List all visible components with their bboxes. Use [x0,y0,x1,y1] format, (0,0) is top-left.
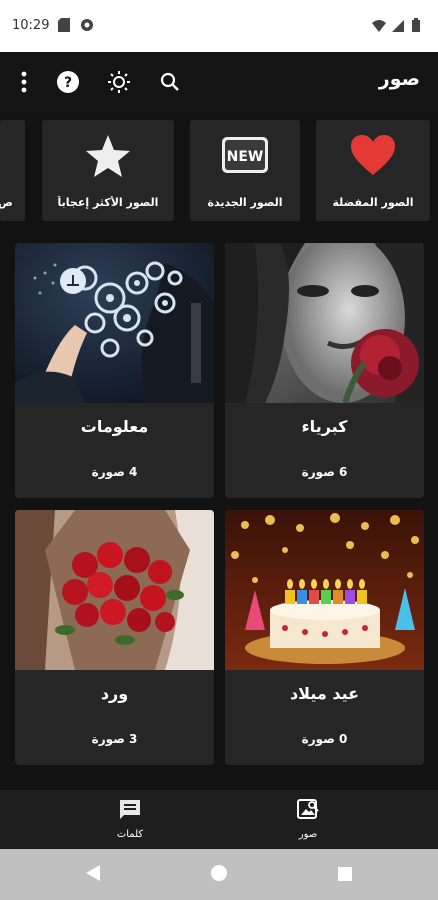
message-icon [118,800,142,826]
album-count: 4 صورة [91,465,138,479]
album-title: ورد [100,684,129,703]
app-bar: صور ? [0,52,438,112]
category-new[interactable]: NEW الصور الجديدة [190,120,300,221]
sd-card-icon [58,17,72,32]
signal-icon [392,17,406,32]
category-label: الصور المفضلة [332,196,414,209]
album-title: معلومات [80,417,149,436]
category-favorites[interactable]: الصور المفضلة [316,120,430,221]
recents-icon[interactable] [338,866,352,885]
album-card[interactable]: كبرياء 6 صورة [225,243,424,498]
birthday-cake-image [225,510,424,670]
svg-text:?: ? [64,75,72,91]
more-vert-icon[interactable] [10,68,38,96]
album-card[interactable]: معلومات 4 صورة [15,243,214,498]
shield-icon [80,17,94,31]
album-count: 3 صورة [91,732,138,746]
wifi-icon [372,17,386,32]
heart-icon [350,134,396,180]
help-icon[interactable]: ? [54,68,82,96]
new-badge-icon: NEW [221,136,269,178]
woman-with-rose-image [225,243,424,403]
nav-label: كلمات [116,829,144,840]
album-title: عيد ميلاد [289,684,360,703]
star-icon [85,134,131,182]
bottom-navigation: صور كلمات [0,790,438,849]
category-partial[interactable]: ص [0,120,25,221]
album-count: 6 صورة [301,465,348,479]
system-navigation-bar [0,849,438,900]
category-label: الصور الأكثر إعجاباً [57,196,159,209]
category-label: ص [0,196,13,209]
business-gears-image [15,243,214,403]
category-most-liked[interactable]: الصور الأكثر إعجاباً [42,120,174,221]
page-title: صور [378,68,420,90]
home-icon[interactable] [211,865,227,885]
nav-item-words[interactable]: كلمات [100,798,160,840]
album-count: 0 صورة [301,732,348,746]
battery-icon [412,17,426,32]
category-row: الصور المفضلة NEW الصور الجديدة الصور ال… [0,120,438,222]
search-icon[interactable] [156,68,184,96]
status-bar: 10:29 [0,0,438,52]
nav-label: صور [298,829,318,840]
red-roses-bouquet-image [15,510,214,670]
album-card[interactable]: ورد 3 صورة [15,510,214,765]
back-icon[interactable] [86,865,100,885]
album-title: كبرياء [301,417,348,436]
new-badge-text: NEW [227,149,264,165]
album-card[interactable]: عيد ميلاد 0 صورة [225,510,424,765]
brightness-icon[interactable] [105,68,133,96]
category-label: الصور الجديدة [207,196,283,209]
status-time: 10:29 [12,18,50,33]
image-search-icon [296,799,320,826]
nav-item-images[interactable]: صور [278,798,338,840]
